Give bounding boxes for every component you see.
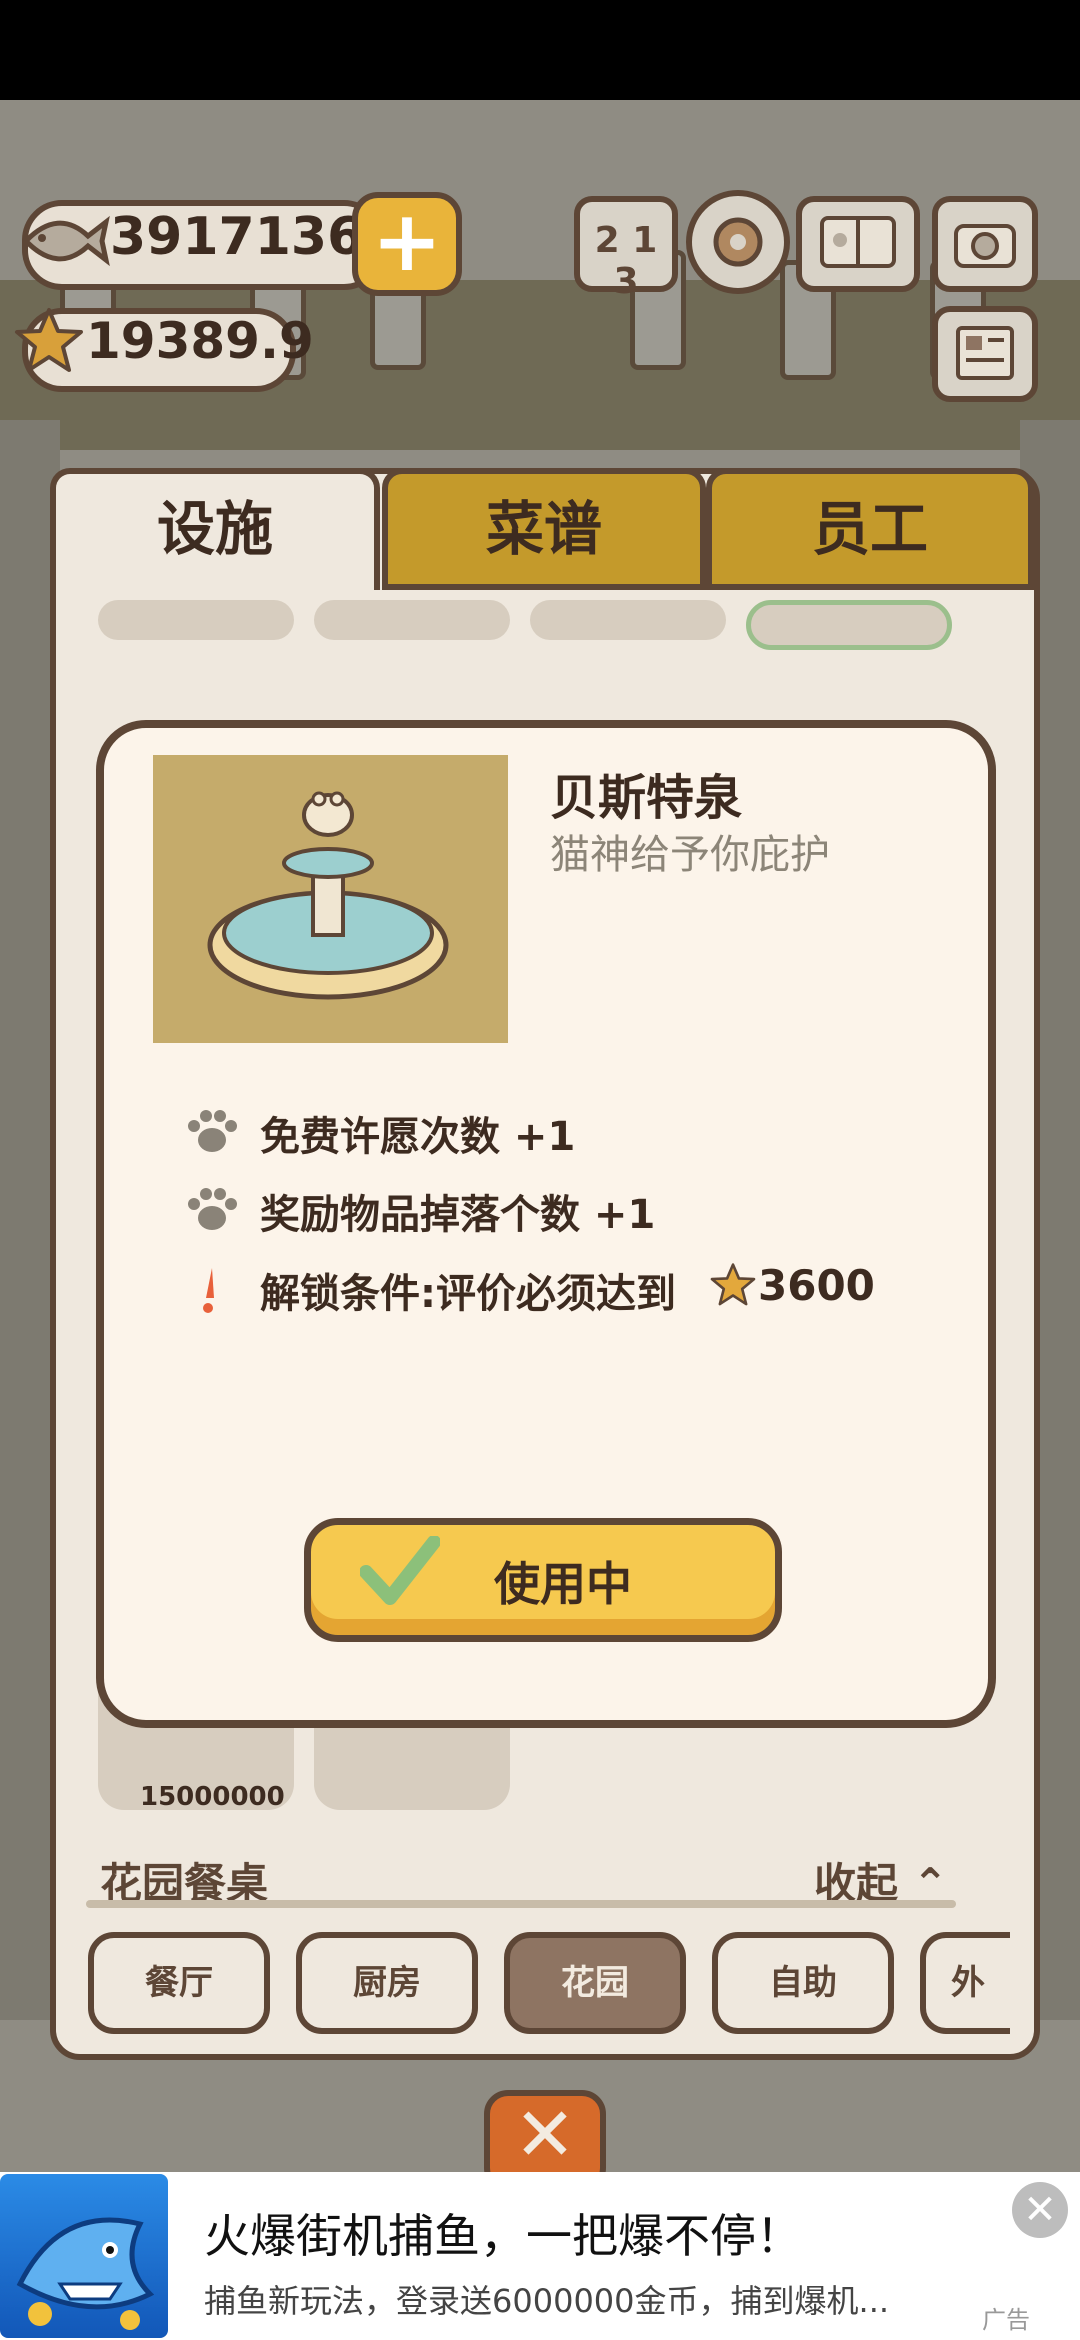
unlock-condition-text: 解锁条件:评价必须达到 — [260, 1271, 676, 1317]
close-icon: ✕ — [1023, 2187, 1057, 2233]
item-slot[interactable] — [530, 600, 726, 640]
item-image — [153, 755, 508, 1043]
news-button[interactable] — [932, 306, 1038, 402]
item-description: 猫神给予你庇护 — [550, 832, 830, 878]
category-outside[interactable]: 外 — [920, 1932, 1010, 2034]
newspaper-icon — [956, 326, 1014, 380]
ad-close-button[interactable]: ✕ — [1012, 2182, 1068, 2238]
handbook-button[interactable] — [796, 196, 920, 292]
book-icon — [820, 216, 896, 268]
settings-button[interactable] — [686, 190, 790, 294]
add-currency-button[interactable]: + — [352, 192, 462, 296]
star-icon — [710, 1263, 756, 1306]
fountain-illustration — [207, 791, 449, 1000]
shark-icon — [16, 2217, 155, 2330]
star-icon — [15, 308, 83, 372]
feature-text: 免费许愿次数 +1 — [260, 1114, 576, 1160]
leaderboard-button[interactable]: 2 1 3 — [574, 196, 678, 302]
item-slot[interactable] — [746, 600, 952, 650]
ad-subtitle: 捕鱼新玩法，登录送6000000金币，捕到爆机... — [204, 2282, 890, 2320]
fish-count: 3917136 — [110, 207, 364, 267]
checkmark-icon — [360, 1536, 440, 1605]
category-garden[interactable]: 花园 — [504, 1932, 686, 2034]
item-name: 贝斯特泉 — [550, 770, 743, 826]
unlock-value: 3600 — [758, 1261, 875, 1310]
divider — [86, 1900, 956, 1908]
category-buffet[interactable]: 自助 — [712, 1932, 894, 2034]
ad-app-icon[interactable] — [0, 2174, 168, 2338]
status-bar — [0, 0, 1080, 100]
tab-recipe[interactable]: 菜谱 — [382, 468, 706, 590]
plus-icon: + — [371, 192, 443, 290]
tab-staff[interactable]: 员工 — [706, 468, 1034, 590]
item-slot[interactable] — [98, 600, 294, 640]
category-restaurant[interactable]: 餐厅 — [88, 1932, 270, 2034]
paw-icon — [188, 1188, 237, 1230]
category-kitchen[interactable]: 厨房 — [296, 1932, 478, 2034]
in-use-label: 使用中 — [494, 1557, 632, 1611]
camera-button[interactable] — [932, 196, 1038, 292]
item-slot[interactable] — [314, 600, 510, 640]
camera-icon — [954, 224, 1016, 268]
podium-icon: 2 1 3 — [594, 220, 658, 302]
feature-text: 奖励物品掉落个数 +1 — [260, 1192, 656, 1238]
ad-label: 广告 — [982, 2306, 1030, 2334]
fish-icon — [22, 215, 110, 267]
rating-value: 19389.9 — [86, 312, 314, 370]
item-price: 15000000 — [140, 1782, 285, 1812]
gear-icon — [713, 217, 763, 267]
ad-title: 火爆街机捕鱼，一把爆不停！ — [204, 2209, 802, 2263]
close-icon: ✕ — [513, 2092, 576, 2178]
paw-icon — [188, 1110, 237, 1152]
tab-facility[interactable]: 设施 — [50, 468, 380, 590]
exclamation-icon — [203, 1268, 214, 1313]
